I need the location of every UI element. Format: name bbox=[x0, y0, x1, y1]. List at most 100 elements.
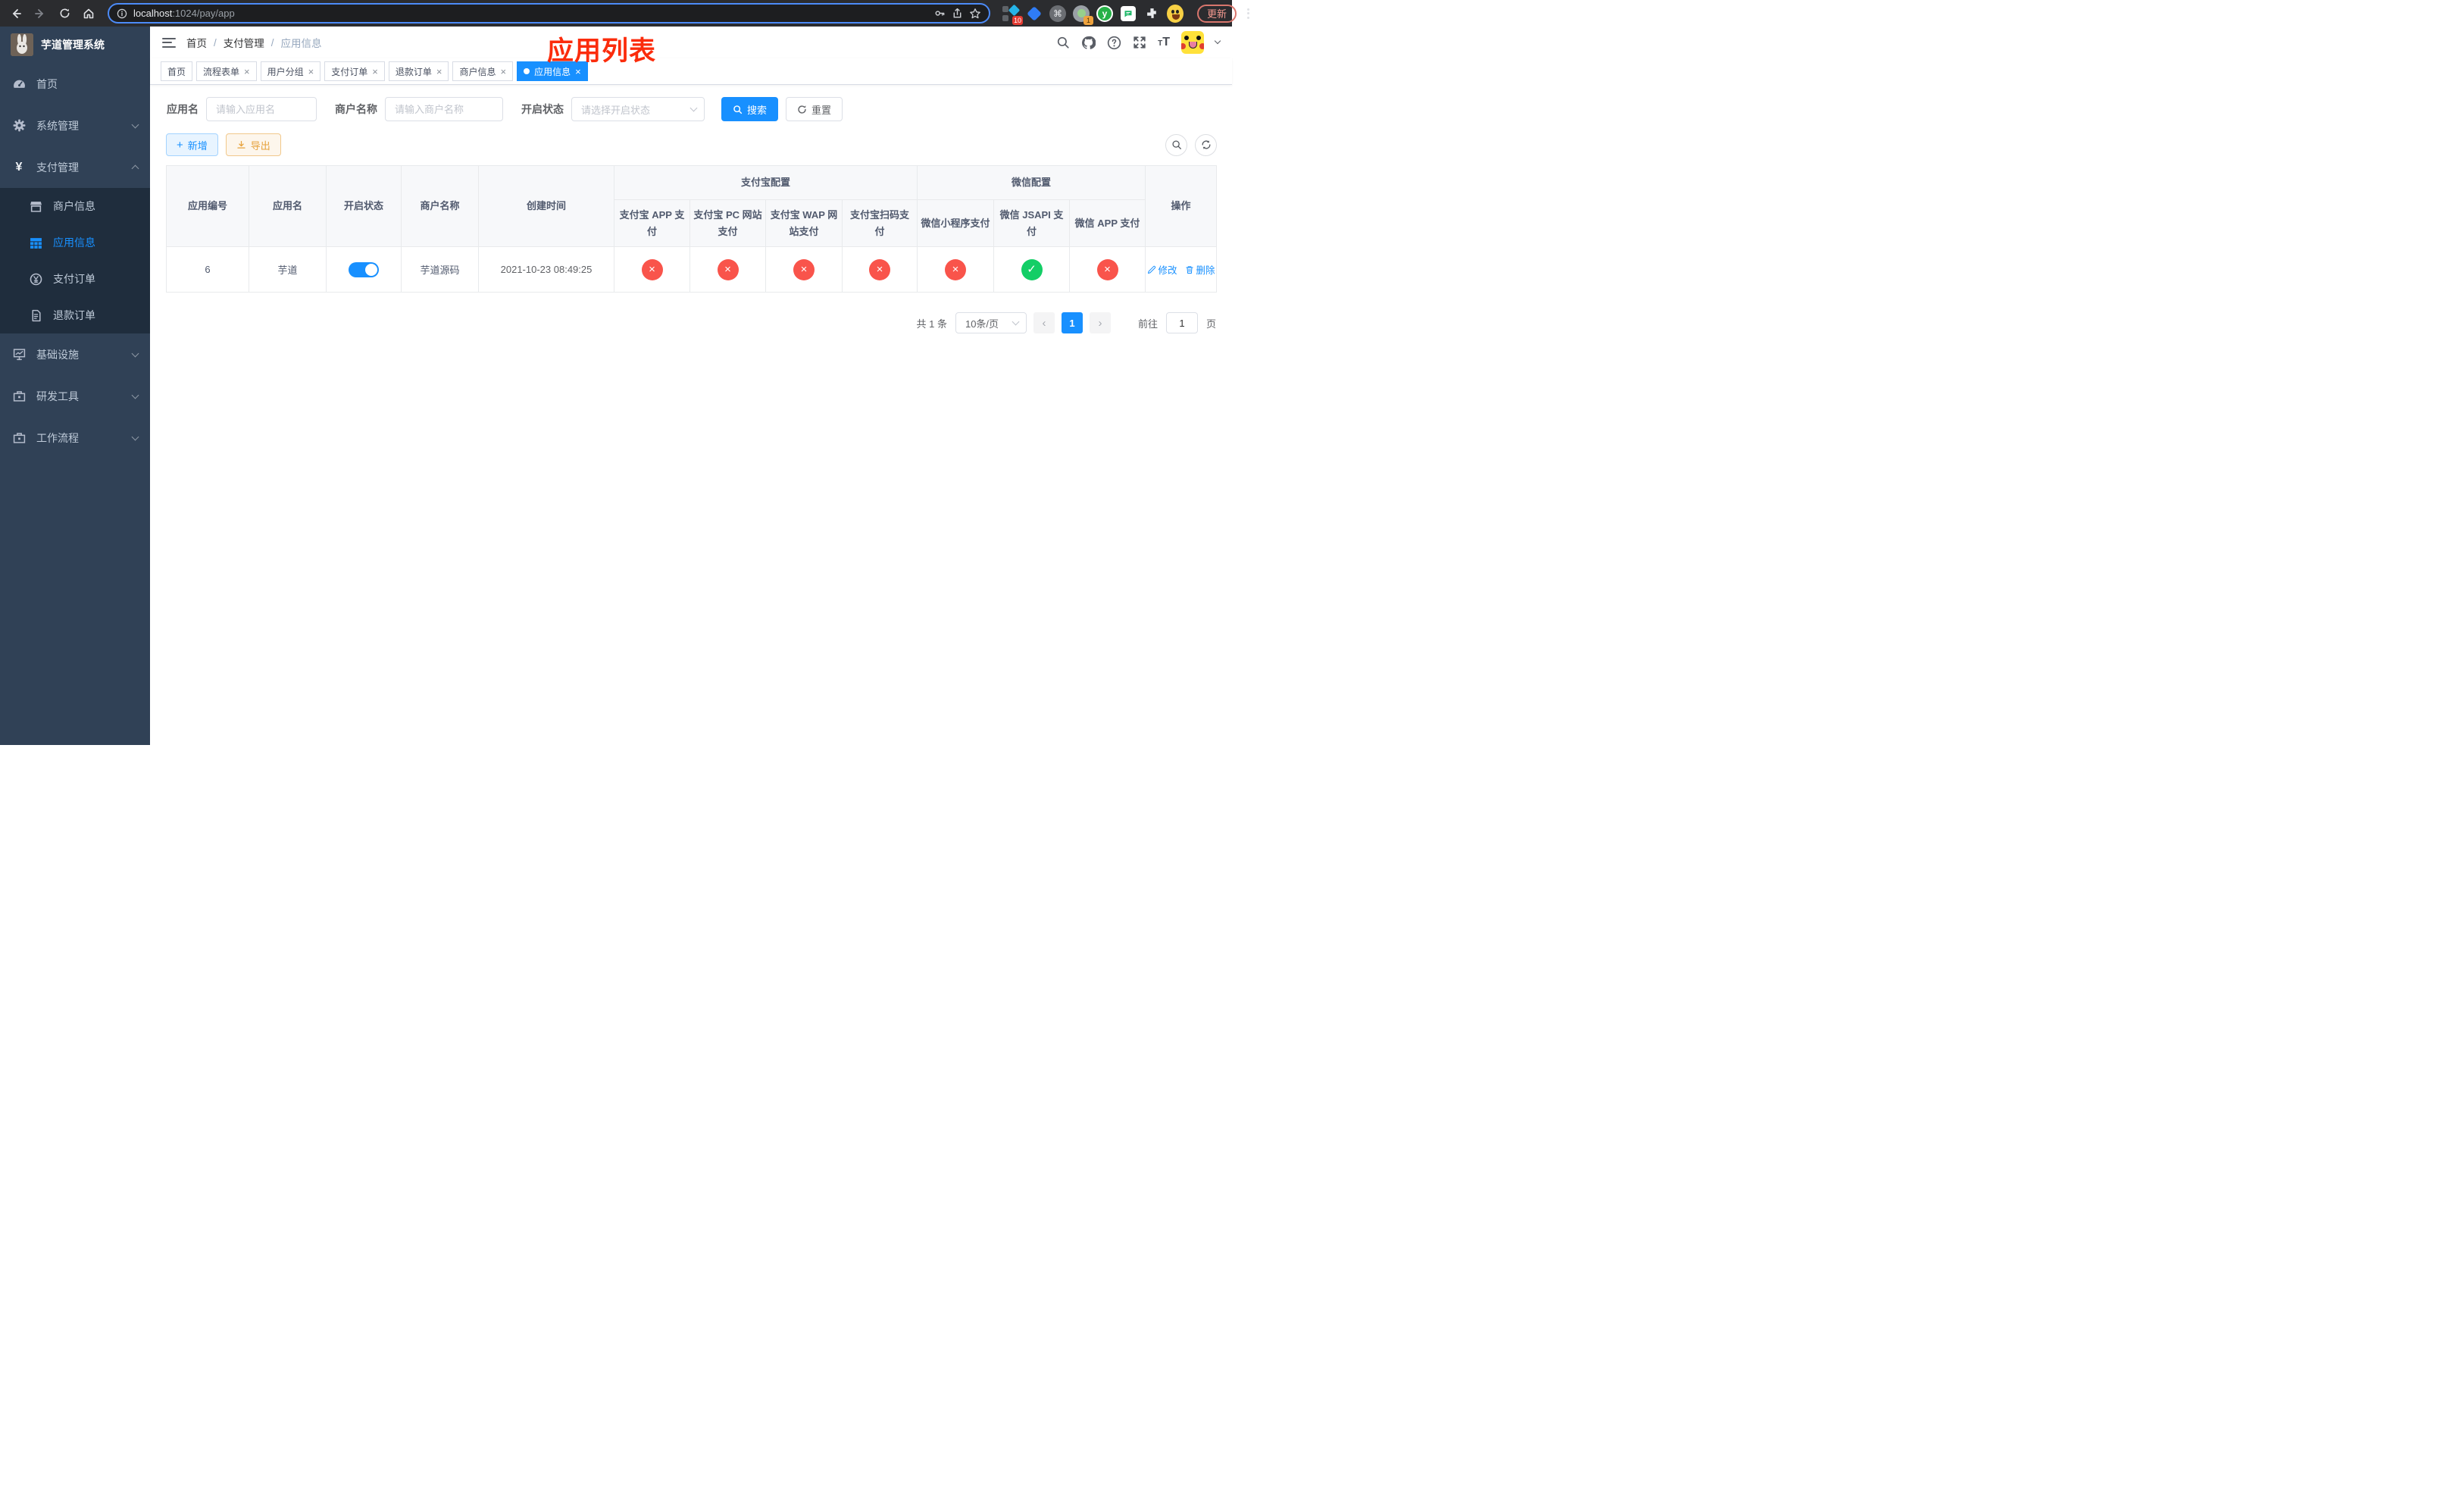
site-info-icon[interactable] bbox=[117, 8, 127, 19]
font-size-icon[interactable]: TT bbox=[1158, 36, 1170, 49]
password-key-icon[interactable] bbox=[934, 8, 946, 19]
status-toggle[interactable] bbox=[349, 261, 379, 277]
browser-update-button[interactable]: 更新 bbox=[1197, 4, 1237, 23]
export-button[interactable]: 导出 bbox=[225, 133, 281, 156]
col-wx-lite: 微信小程序支付 bbox=[917, 199, 995, 247]
col-merchant: 商户名称 bbox=[401, 165, 479, 247]
tab-merchant-info[interactable]: 商户信息 × bbox=[452, 61, 514, 81]
pencil-icon bbox=[1147, 265, 1155, 274]
user-avatar[interactable] bbox=[1181, 31, 1205, 54]
col-alipay-app: 支付宝 APP 支付 bbox=[614, 199, 690, 247]
recorder-extension-icon[interactable]: 1 bbox=[1073, 5, 1093, 25]
close-icon[interactable]: × bbox=[372, 67, 378, 77]
sidebar-item-pay-order[interactable]: 支付订单 bbox=[0, 261, 150, 297]
app-logo: 芋道管理系统 bbox=[0, 27, 150, 63]
cell-app-id: 6 bbox=[166, 246, 249, 293]
sidebar-item-app-info[interactable]: 应用信息 bbox=[0, 224, 150, 261]
gear-icon bbox=[12, 119, 26, 132]
document-icon bbox=[29, 309, 42, 322]
merchant-name-input[interactable] bbox=[385, 97, 503, 121]
app-name-input[interactable] bbox=[206, 97, 317, 121]
monitor-chart-icon bbox=[12, 348, 26, 361]
browser-home-button[interactable] bbox=[79, 4, 98, 23]
chat-extension-icon[interactable] bbox=[1120, 5, 1137, 22]
chevron-down-icon bbox=[131, 121, 139, 128]
browser-reload-button[interactable] bbox=[55, 4, 74, 23]
sidebar-item-workflow[interactable]: 工作流程 bbox=[0, 417, 150, 459]
tab-pay-order[interactable]: 支付订单 × bbox=[324, 61, 385, 81]
refresh-table-button[interactable] bbox=[1195, 133, 1218, 156]
user-menu-caret-icon[interactable] bbox=[1214, 37, 1221, 45]
search-button[interactable]: 搜索 bbox=[721, 97, 779, 121]
breadcrumb-home[interactable]: 首页 bbox=[186, 35, 207, 50]
status-select[interactable]: 请选择开启状态 bbox=[571, 97, 705, 121]
plus-icon: + bbox=[177, 138, 183, 152]
sidebar-item-payment-mgmt[interactable]: ¥ 支付管理 bbox=[0, 146, 150, 188]
tab-user-group[interactable]: 用户分组 × bbox=[260, 61, 321, 81]
command-extension-icon[interactable]: ⌘ bbox=[1049, 5, 1066, 22]
tab-flow-form[interactable]: 流程表单 × bbox=[196, 61, 257, 81]
search-icon bbox=[1171, 140, 1181, 149]
y-extension-icon[interactable]: y bbox=[1096, 5, 1113, 22]
breadcrumb-payment-mgmt[interactable]: 支付管理 bbox=[224, 35, 264, 50]
sidebar-item-home[interactable]: 首页 bbox=[0, 63, 150, 105]
table-grid-icon bbox=[29, 236, 42, 249]
chevron-down-icon bbox=[131, 349, 139, 357]
delete-button[interactable]: 删除 bbox=[1185, 262, 1215, 277]
close-icon[interactable]: × bbox=[500, 67, 506, 77]
extension-badge: 1 bbox=[1083, 15, 1093, 25]
shop-icon bbox=[29, 200, 42, 213]
browser-forward-button[interactable] bbox=[30, 4, 50, 23]
chevron-down-icon bbox=[131, 391, 139, 399]
sidebar-item-dev-tools[interactable]: 研发工具 bbox=[0, 375, 150, 417]
goto-page-input[interactable] bbox=[1165, 312, 1198, 333]
active-dot bbox=[524, 68, 530, 74]
close-icon[interactable]: × bbox=[308, 67, 314, 77]
bookmark-star-icon[interactable] bbox=[969, 8, 981, 20]
profile-emoji-icon[interactable] bbox=[1167, 4, 1184, 23]
add-button[interactable]: + 新增 bbox=[166, 133, 218, 156]
page-number-1[interactable]: 1 bbox=[1061, 312, 1083, 333]
goto-label: 前往 bbox=[1137, 318, 1158, 330]
logo-rabbit-avatar bbox=[11, 33, 33, 56]
sidebar: 芋道管理系统 首页 系统管理 ¥ 支付管理 商户信息 应用信息 支付订单 退款订… bbox=[0, 27, 150, 745]
toggle-search-button[interactable] bbox=[1165, 133, 1188, 156]
edit-button[interactable]: 修改 bbox=[1147, 262, 1177, 277]
share-icon[interactable] bbox=[952, 8, 963, 19]
prev-page-button[interactable]: ‹ bbox=[1033, 312, 1055, 333]
browser-back-button[interactable] bbox=[6, 4, 26, 23]
close-icon[interactable]: × bbox=[436, 67, 442, 77]
pagination: 共 1 条 10条/页 ‹ 1 › 前往 页 bbox=[166, 312, 1216, 333]
extensions-puzzle-icon[interactable] bbox=[1143, 5, 1160, 22]
toolbox-icon bbox=[12, 431, 26, 444]
yen-icon: ¥ bbox=[15, 160, 23, 174]
sidebar-item-refund-order[interactable]: 退款订单 bbox=[0, 297, 150, 333]
alipay-pc-status-icon: × bbox=[717, 258, 739, 280]
browser-menu-icon[interactable] bbox=[1247, 8, 1250, 19]
help-icon[interactable] bbox=[1107, 36, 1121, 50]
close-icon[interactable]: × bbox=[244, 67, 250, 77]
tab-refund-order[interactable]: 退款订单 × bbox=[388, 61, 449, 81]
fullscreen-icon[interactable] bbox=[1133, 36, 1146, 49]
cell-app-name: 芋道 bbox=[249, 246, 327, 293]
url-bar[interactable]: localhost:1024/pay/app bbox=[108, 3, 990, 23]
col-status: 开启状态 bbox=[326, 165, 402, 247]
gem-extension-icon[interactable] bbox=[1026, 5, 1043, 22]
alipay-app-status-icon: × bbox=[641, 258, 663, 280]
sidebar-item-system-mgmt[interactable]: 系统管理 bbox=[0, 105, 150, 146]
extensions-area: 10 ⌘ 1 y bbox=[1002, 4, 1184, 25]
col-app-id: 应用编号 bbox=[166, 165, 249, 247]
sidebar-collapse-icon[interactable] bbox=[162, 37, 176, 48]
reset-button[interactable]: 重置 bbox=[786, 97, 843, 121]
col-alipay-pc: 支付宝 PC 网站支付 bbox=[689, 199, 766, 247]
breadcrumb: 首页 / 支付管理 / 应用信息 bbox=[186, 35, 322, 50]
github-icon[interactable] bbox=[1081, 36, 1096, 50]
next-page-button[interactable]: › bbox=[1089, 312, 1111, 333]
pinned-extension-icon[interactable]: 10 bbox=[1002, 4, 1023, 25]
search-form: 应用名 商户名称 开启状态 请选择开启状态 搜索 重置 bbox=[166, 97, 1217, 121]
search-icon[interactable] bbox=[1056, 36, 1070, 49]
page-size-select[interactable]: 10条/页 bbox=[955, 312, 1027, 333]
tab-home[interactable]: 首页 bbox=[161, 61, 193, 81]
sidebar-item-infrastructure[interactable]: 基础设施 bbox=[0, 333, 150, 375]
sidebar-item-merchant-info[interactable]: 商户信息 bbox=[0, 188, 150, 224]
